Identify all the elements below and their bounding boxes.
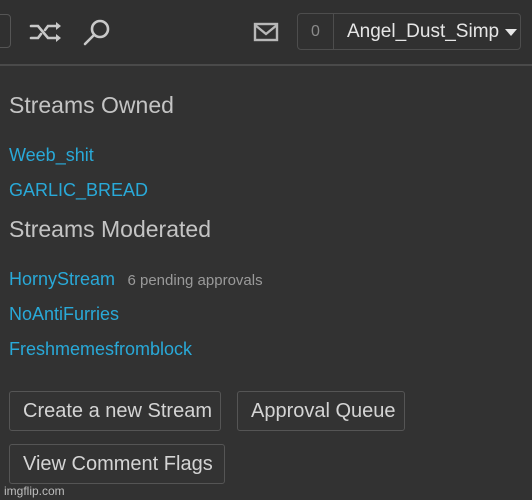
shuffle-icon[interactable] [29, 20, 63, 44]
mail-icon[interactable] [253, 22, 279, 42]
owned-stream-link[interactable]: GARLIC_BREAD [9, 180, 148, 201]
notification-count[interactable]: 0 [298, 14, 334, 49]
caret-down-icon [505, 29, 518, 36]
top-navbar: 0 Angel_Dust_Simp [0, 0, 532, 66]
owned-stream-link[interactable]: Weeb_shit [9, 145, 94, 166]
create-stream-button[interactable]: Create a new Stream [9, 391, 221, 431]
username: Angel_Dust_Simp [347, 20, 500, 42]
search-icon[interactable] [82, 17, 112, 47]
view-comment-flags-button[interactable]: View Comment Flags [9, 444, 225, 484]
moderated-stream-link[interactable]: Freshmemesfromblock [9, 339, 192, 360]
approval-queue-button[interactable]: Approval Queue [237, 391, 405, 431]
moderated-stream-row: HornyStream 6 pending approvals [9, 269, 263, 290]
streams-moderated-heading: Streams Moderated [9, 216, 211, 242]
user-controls: 0 Angel_Dust_Simp [297, 13, 521, 50]
moderated-stream-link[interactable]: NoAntiFurries [9, 304, 119, 325]
user-menu-button[interactable]: Angel_Dust_Simp [334, 14, 520, 49]
search-input[interactable] [0, 14, 11, 48]
watermark: imgflip.com [4, 484, 65, 498]
moderated-stream-link[interactable]: HornyStream [9, 269, 115, 289]
pending-approvals-note: 6 pending approvals [127, 272, 263, 289]
streams-owned-heading: Streams Owned [9, 92, 174, 118]
